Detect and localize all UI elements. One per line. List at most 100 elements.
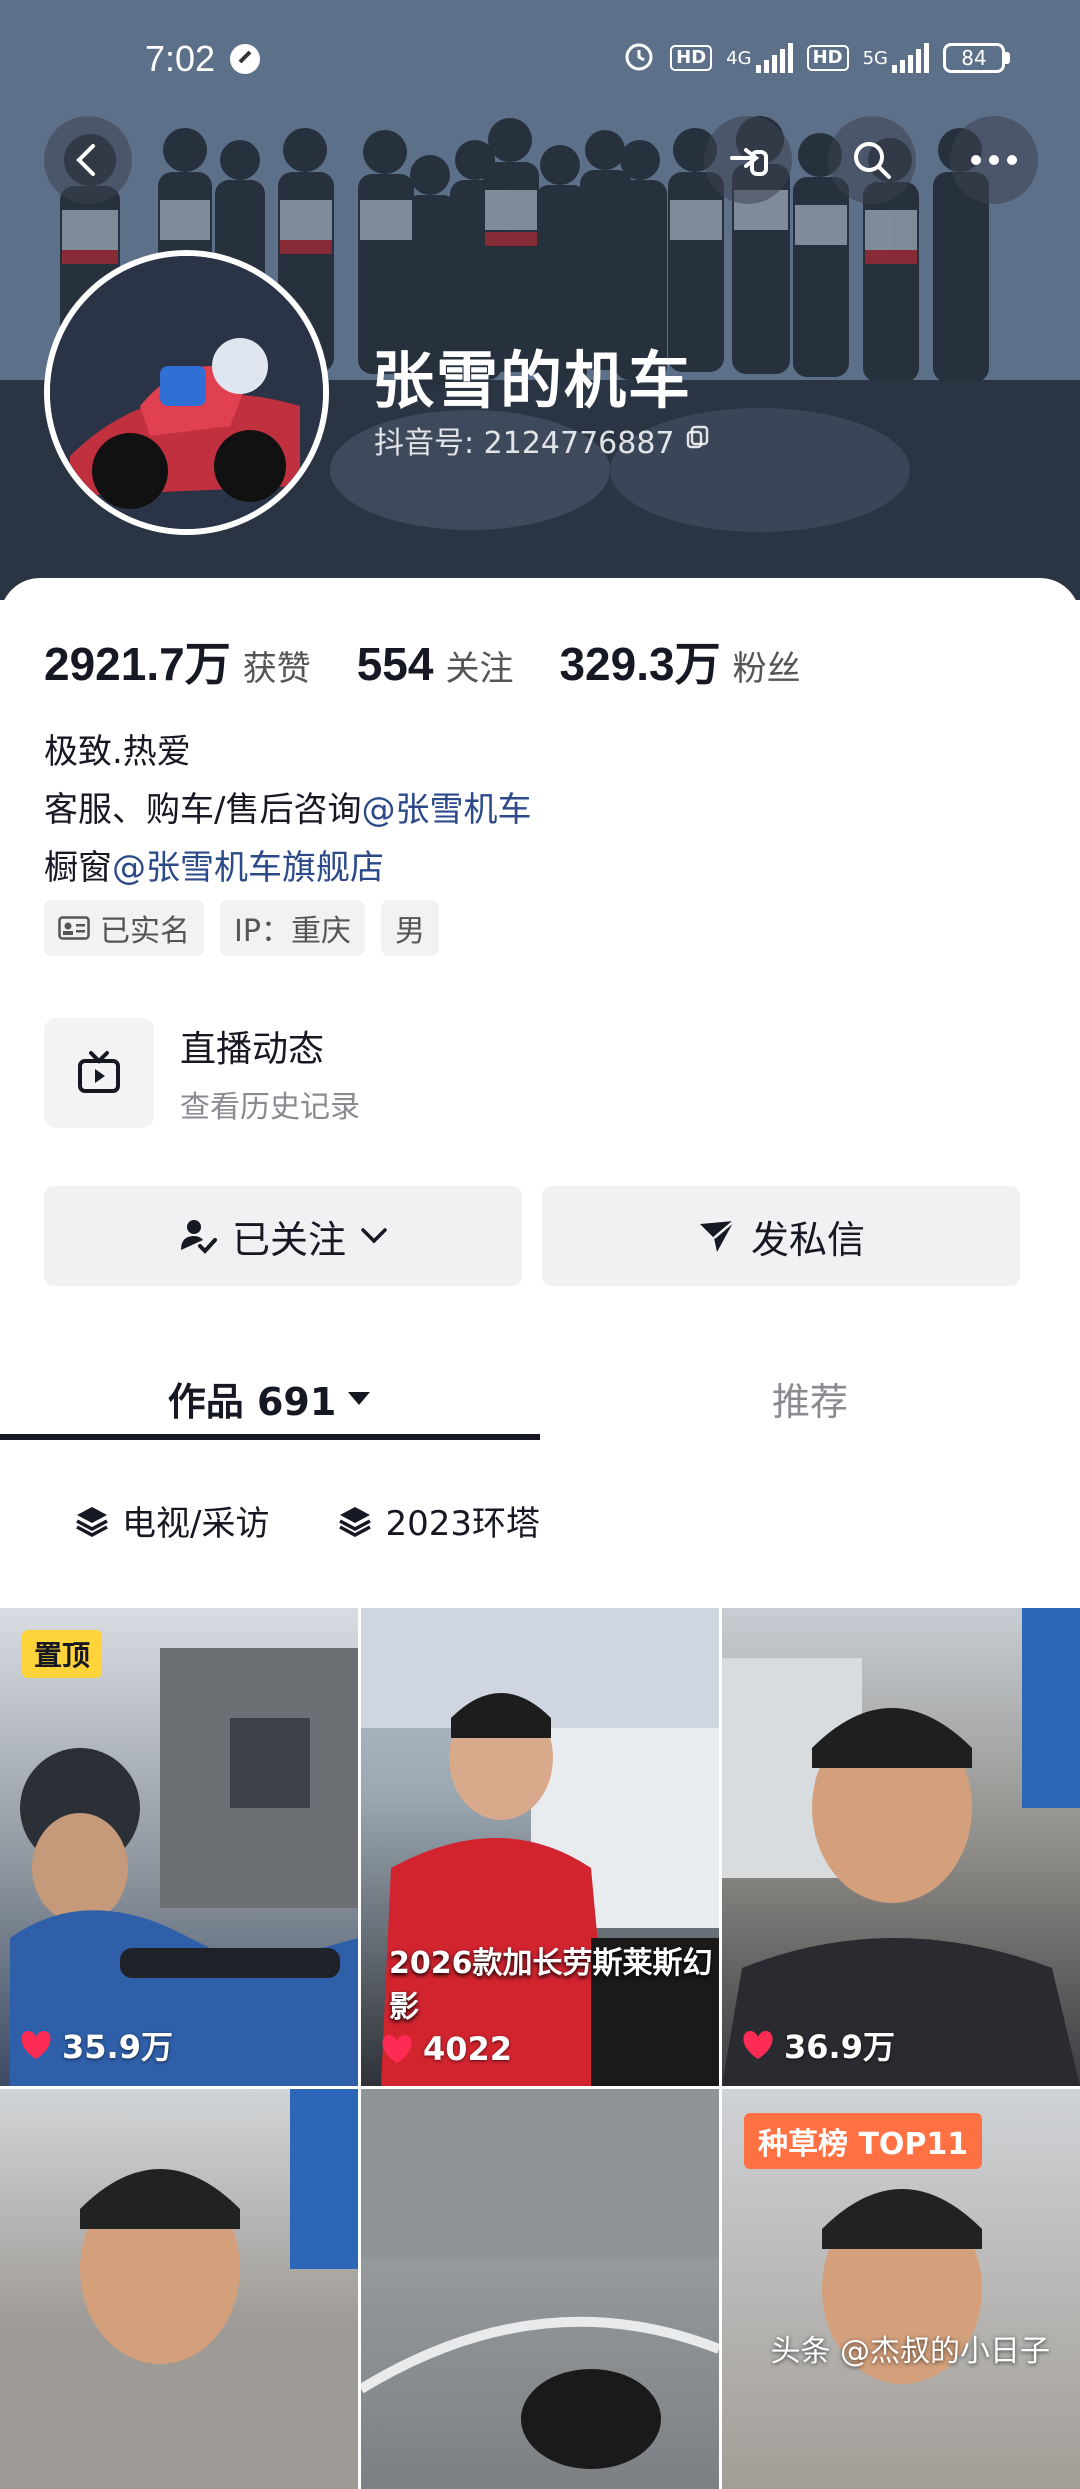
chevron-left-icon (76, 144, 95, 176)
bio-mention-store[interactable]: @张雪机车旗舰店 (112, 848, 384, 888)
video-caption: 2026款加长劳斯莱斯幻影 (389, 1946, 713, 2025)
search-button[interactable] (828, 116, 916, 204)
stat-following-label: 关注 (445, 649, 514, 689)
content-tabs: 作品 691 推荐 (0, 1338, 1080, 1458)
bio-line-3-text: 橱窗 (44, 848, 112, 888)
live-text: 直播动态 查看历史记录 (180, 1020, 360, 1126)
video-thumbnail[interactable] (361, 2089, 719, 2489)
active-tab-indicator (0, 1434, 540, 1440)
profile-tags: 已实名 IP：重庆 男 (44, 900, 439, 956)
live-history-entry[interactable]: 直播动态 查看历史记录 (44, 1018, 360, 1128)
chip-2023-rally-label: 2023环塔 (385, 1504, 540, 1544)
send-icon (699, 1220, 735, 1252)
stat-likes-value: 2921.7万 (44, 638, 231, 690)
status-bar: 7:02 HD 4G HD 5G 84 (0, 0, 1080, 110)
battery-level: 84 (943, 43, 1005, 73)
back-button[interactable] (44, 116, 132, 204)
video-thumbnail[interactable] (0, 2089, 358, 2489)
stat-likes[interactable]: 2921.7万 获赞 (44, 628, 311, 694)
caret-down-icon (348, 1392, 371, 1405)
bio-line-2: 客服、购车/售后咨询@张雪机车 (44, 781, 531, 839)
video-likes-count: 36.9万 (784, 2028, 895, 2066)
video-likes: 35.9万 (18, 2022, 173, 2068)
gesture-button[interactable] (704, 116, 792, 204)
video-thumbnail[interactable]: 2026款加长劳斯莱斯幻影 4022 (361, 1608, 719, 2086)
network-4g-label: 4G (726, 47, 752, 69)
video-image (361, 2089, 719, 2469)
video-likes: 36.9万 (740, 2022, 895, 2068)
chip-tv-interview-label: 电视/采访 (122, 1504, 270, 1544)
followed-button-label: 已关注 (231, 1217, 346, 1262)
chevron-down-icon (361, 1228, 387, 1244)
live-title: 直播动态 (180, 1029, 325, 1070)
tab-works[interactable]: 作品 691 (0, 1338, 540, 1458)
tab-recommend[interactable]: 推荐 (540, 1338, 1080, 1458)
more-dots-icon (971, 155, 1017, 165)
action-buttons: 已关注 发私信 (44, 1186, 1020, 1286)
source-watermark: 头条 @杰叔的小日子 (770, 2334, 1050, 2369)
layers-icon (76, 1506, 108, 1537)
stat-followers-label: 粉丝 (732, 649, 801, 689)
hand-pointer-icon (730, 148, 768, 176)
live-subtitle: 查看历史记录 (180, 1090, 360, 1125)
signal-icon (755, 43, 793, 73)
ip-tag: IP：重庆 (220, 900, 365, 956)
message-button[interactable]: 发私信 (542, 1186, 1020, 1286)
gender-tag: 男 (380, 900, 439, 956)
id-card-icon (58, 916, 90, 940)
heart-icon (382, 2035, 412, 2063)
chip-2023-rally[interactable]: 2023环塔 (323, 1488, 554, 1553)
hd-badge: HD (670, 45, 713, 71)
collection-chips: 电视/采访 2023环塔 (60, 1488, 554, 1553)
video-image (10, 1648, 358, 2086)
video-thumbnail[interactable]: 置顶 35.9万 (0, 1608, 358, 2086)
status-time: 7:02 (145, 38, 216, 79)
copy-icon[interactable] (685, 423, 711, 458)
user-check-icon (180, 1220, 217, 1254)
heart-icon (743, 2031, 773, 2059)
heart-icon (21, 2031, 51, 2059)
more-button[interactable] (950, 116, 1038, 204)
do-not-disturb-icon (228, 42, 262, 85)
stat-following-value: 554 (356, 638, 434, 690)
video-likes-count: 4022 (423, 2030, 513, 2068)
video-image (722, 1608, 1080, 2086)
avatar[interactable] (44, 250, 329, 535)
network-5g-label: 5G (862, 47, 888, 69)
video-likes: 4022 (379, 2030, 512, 2068)
profile-nickname: 张雪的机车 (372, 344, 693, 417)
status-right: HD 4G HD 5G 84 (622, 38, 1010, 78)
bio-line-1: 极致.热爱 (44, 732, 191, 772)
video-thumbnail[interactable]: 种草榜 TOP11 (722, 2089, 1080, 2489)
douyin-id: 抖音号: 2124776887 (374, 418, 711, 462)
tab-works-label: 作品 691 (167, 1379, 337, 1424)
battery-icon: 84 (943, 43, 1010, 73)
bio-mention-service[interactable]: @张雪机车 (361, 790, 531, 830)
search-icon (854, 142, 891, 179)
layers-icon (339, 1506, 372, 1537)
douyin-id-text: 抖音号: 2124776887 (374, 426, 675, 461)
stat-followers-value: 329.3万 (559, 638, 721, 690)
hd-badge-2: HD (806, 45, 849, 71)
signal-icon-2 (892, 43, 929, 73)
video-image (80, 2089, 358, 2364)
followed-button[interactable]: 已关注 (44, 1186, 522, 1286)
ranking-badge: 种草榜 TOP11 (744, 2113, 983, 2169)
avatar-motorcycle-image (50, 256, 323, 529)
verified-tag-label: 已实名 (100, 914, 190, 949)
stat-likes-label: 获赞 (242, 649, 311, 689)
stat-followers[interactable]: 329.3万 粉丝 (559, 628, 800, 694)
chip-tv-interview[interactable]: 电视/采访 (60, 1488, 283, 1553)
video-thumbnail[interactable]: 36.9万 (722, 1608, 1080, 2086)
verified-tag: 已实名 (44, 900, 204, 956)
bio-line-3: 橱窗@张雪机车旗舰店 (44, 839, 531, 897)
profile-bio: 极致.热爱 客服、购车/售后咨询@张雪机车 橱窗@张雪机车旗舰店 (44, 723, 531, 897)
tv-icon (44, 1018, 154, 1128)
message-button-label: 发私信 (750, 1217, 865, 1262)
bio-line-2-text: 客服、购车/售后咨询 (44, 790, 362, 830)
pinned-badge: 置顶 (22, 1630, 103, 1678)
video-likes-count: 35.9万 (62, 2028, 173, 2066)
stats-row: 2921.7万 获赞 554 关注 329.3万 粉丝 (44, 628, 847, 694)
profile-banner: 7:02 HD 4G HD 5G 84 张雪的机车 抖音号: 212477688… (0, 0, 1080, 600)
stat-following[interactable]: 554 关注 (357, 637, 514, 691)
